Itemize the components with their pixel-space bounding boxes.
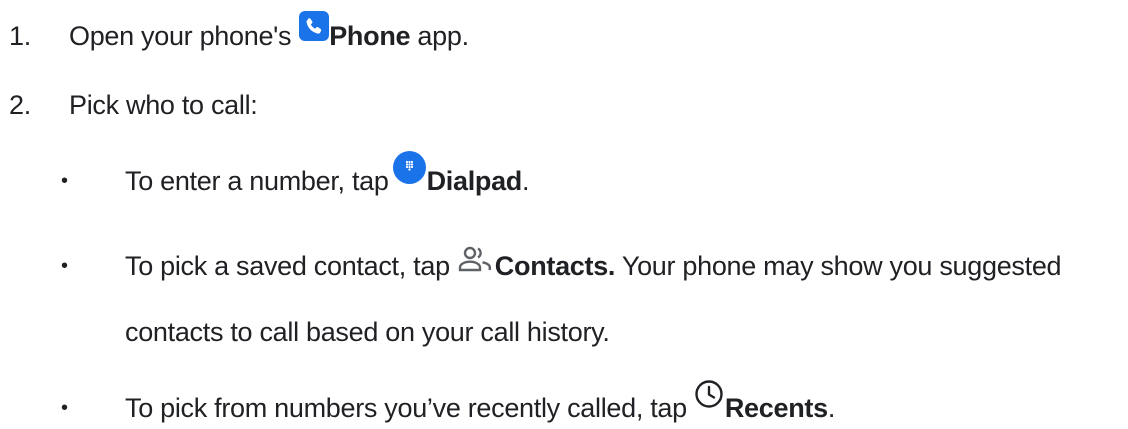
bullet-symbol: • <box>61 255 68 277</box>
step-text-after: app. <box>410 21 469 51</box>
bullet-text: To pick from numbers you’ve recently cal… <box>125 379 836 429</box>
recents-label: Recents <box>724 393 828 423</box>
contacts-label: Contacts. <box>494 251 616 281</box>
dialpad-label: Dialpad <box>426 166 523 196</box>
bullet-symbol: • <box>61 170 68 192</box>
step-text-before: Open your phone's <box>69 21 292 51</box>
phone-app-label: Phone <box>329 21 411 51</box>
contacts-icon <box>458 243 492 283</box>
bullet-text: To enter a number, tap Dialpad . <box>125 151 530 203</box>
step-text: Pick who to call: <box>69 90 258 120</box>
bullet-text-after: Your phone may show you suggested <box>615 251 1062 281</box>
bullet-symbol: • <box>61 397 68 419</box>
bullet-text-after: . <box>827 393 836 423</box>
bullet-text-before: To pick from numbers you’ve recently cal… <box>125 393 687 423</box>
bullet-text: To pick a saved contact, tap Contacts. Y… <box>125 243 1062 286</box>
step-number: 2. <box>9 90 31 120</box>
recents-clock-icon <box>694 379 724 420</box>
phone-app-icon <box>299 10 330 52</box>
bullet-text-after: . <box>522 166 530 196</box>
dialpad-icon <box>392 151 426 195</box>
bullet-text-before: To enter a number, tap <box>125 166 389 196</box>
step-number: 1. <box>9 21 31 51</box>
bullet-text-before: To pick a saved contact, tap <box>125 251 450 281</box>
step-text: Open your phone's Phone app. <box>69 10 469 57</box>
bullet-text-continuation: contacts to call based on your call hist… <box>125 317 610 347</box>
